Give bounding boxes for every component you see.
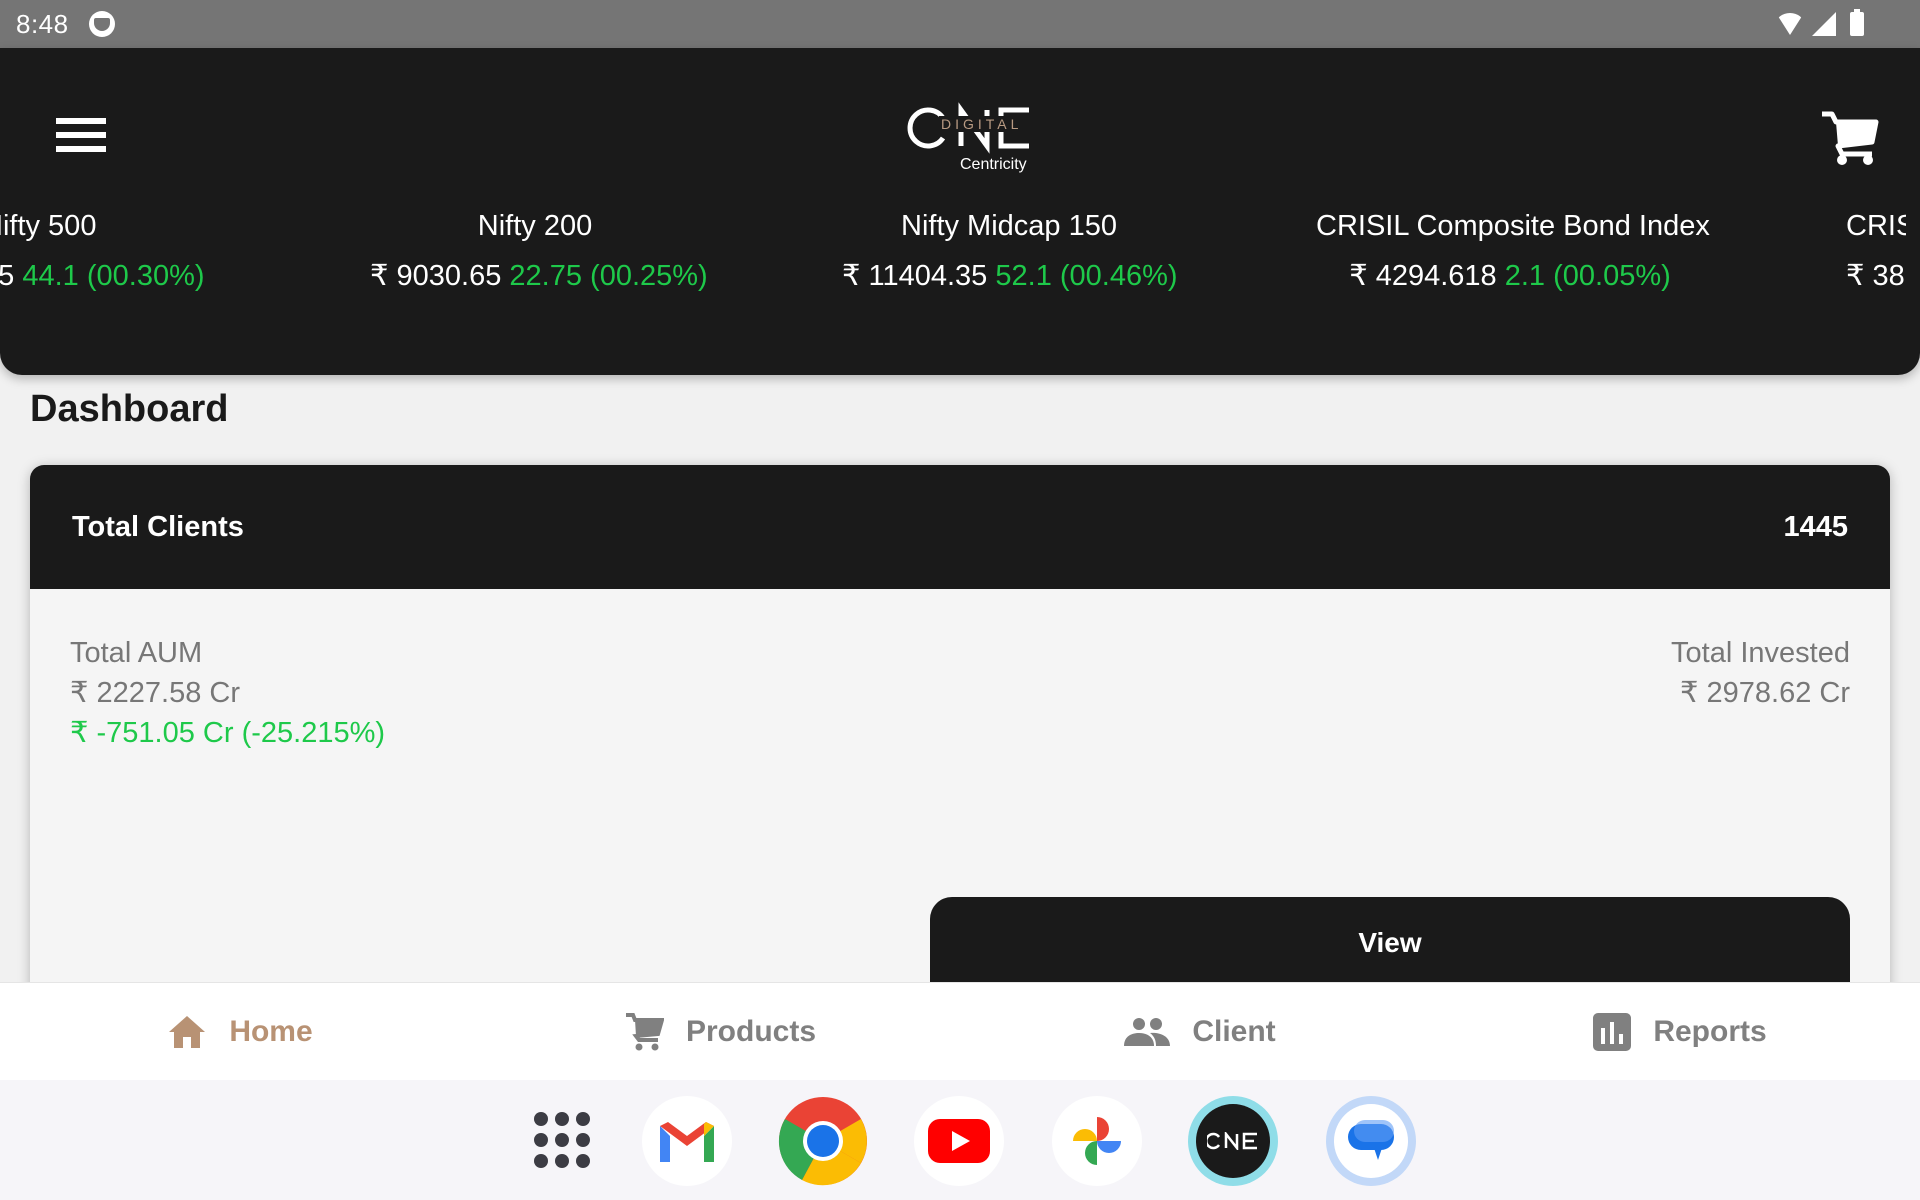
nav-home[interactable]: Home [0, 983, 480, 1080]
home-icon [169, 1015, 206, 1048]
system-icons [1776, 9, 1864, 36]
android-dock [0, 1080, 1920, 1200]
ticker-price: ₹ 9030.65 [370, 260, 502, 292]
status-bar: 8:48 [0, 0, 1920, 48]
ticker-name: Nifty 200 [477, 210, 593, 242]
aum-label: Total AUM [70, 637, 203, 669]
ticker-percent: (00.30%) [86, 260, 205, 292]
people-icon [1124, 1017, 1171, 1046]
app-drawer-icon[interactable] [534, 1112, 590, 1168]
ticker-price: ₹ 385 [1846, 260, 1906, 292]
total-clients-label: Total Clients [72, 510, 244, 543]
youtube-app-icon[interactable] [914, 1096, 1004, 1186]
card-body: Total AUM ₹ 2227.58 Cr ₹ -751.05 Cr (-25… [30, 589, 1890, 1025]
invested-section: Total Invested ₹ 2978.62 Cr [1671, 633, 1850, 713]
ticker-name: CRIS [1846, 210, 1906, 242]
ticker-item: Nifty Midcap 150 ₹ 11404.35 52.1 (00.46%… [842, 208, 1178, 294]
bar-chart-icon [1593, 1012, 1632, 1051]
ticker-change: 22.75 [509, 260, 582, 292]
ticker-change: 52.1 [995, 260, 1052, 292]
nav-products[interactable]: Products [480, 983, 960, 1080]
ticker-price: ₹ 11404.35 [842, 260, 988, 292]
clock: 8:48 [16, 8, 69, 39]
index-ticker[interactable]: Nifty 500 95 44.1 (00.30%) Nifty 200 ₹ 9… [0, 208, 1920, 328]
ticker-percent: (00.46%) [1059, 260, 1178, 292]
ticker-percent: (00.05%) [1553, 260, 1671, 292]
total-clients-count: 1445 [1783, 510, 1848, 543]
nav-client-label: Client [1192, 1014, 1276, 1048]
ticker-change: 2.1 [1504, 260, 1546, 292]
nav-client[interactable]: Client [960, 983, 1440, 1080]
nav-home-label: Home [229, 1014, 313, 1048]
messages-app-icon[interactable] [1326, 1096, 1416, 1186]
one-digital-app-icon[interactable] [1188, 1096, 1278, 1186]
logo-tagline: Centricity [960, 156, 1027, 173]
aum-value: ₹ 2227.58 Cr [70, 677, 240, 709]
ticker-name: Nifty 500 [0, 210, 97, 242]
ticker-name: Nifty Midcap 150 [901, 210, 1117, 242]
gmail-app-icon[interactable] [642, 1096, 732, 1186]
hamburger-menu-icon[interactable] [56, 118, 108, 154]
ticker-price: ₹ 4294.618 [1349, 260, 1497, 292]
photos-app-icon[interactable] [1052, 1096, 1142, 1186]
app-header: DIGITAL Centricity Nifty 500 95 44.1 (00… [0, 48, 1920, 375]
signal-icon [1812, 12, 1836, 36]
notification-icon [88, 11, 115, 37]
ticker-item: Nifty 500 95 44.1 (00.30%) [0, 208, 205, 294]
battery-icon [1850, 9, 1864, 36]
ticker-price: 95 [0, 260, 15, 292]
nav-reports-label: Reports [1653, 1014, 1767, 1048]
ticker-item: CRISIL Composite Bond Index ₹ 4294.618 2… [1316, 208, 1710, 294]
cart-icon[interactable] [1820, 110, 1880, 166]
invested-value: ₹ 2978.62 Cr [1680, 677, 1850, 709]
ticker-percent: (00.25%) [590, 260, 708, 292]
invested-label: Total Invested [1671, 637, 1850, 669]
aum-section: Total AUM ₹ 2227.58 Cr ₹ -751.05 Cr (-25… [70, 633, 385, 753]
ticker-change: 44.1 [22, 260, 79, 292]
ticker-item: Nifty 200 ₹ 9030.65 22.75 (00.25%) [370, 208, 708, 294]
ticker-item: CRIS ₹ 385 [1846, 208, 1906, 294]
total-clients-card: Total Clients 1445 Total AUM ₹ 2227.58 C… [30, 465, 1890, 1025]
app-logo: DIGITAL Centricity [905, 100, 1055, 173]
chrome-app-icon[interactable] [778, 1096, 868, 1186]
nav-products-label: Products [685, 1014, 817, 1048]
card-header: Total Clients 1445 [30, 465, 1890, 589]
bottom-navigation: Home Products Client Reports [0, 982, 1920, 1080]
page-title: Dashboard [30, 388, 229, 430]
ticker-name: CRISIL Composite Bond Index [1316, 210, 1710, 242]
cart-icon [625, 1012, 664, 1050]
nav-reports[interactable]: Reports [1440, 983, 1920, 1080]
aum-change: ₹ -751.05 Cr (-25.215%) [70, 717, 386, 749]
wifi-icon [1776, 13, 1804, 35]
logo-digital: DIGITAL [939, 116, 1025, 132]
